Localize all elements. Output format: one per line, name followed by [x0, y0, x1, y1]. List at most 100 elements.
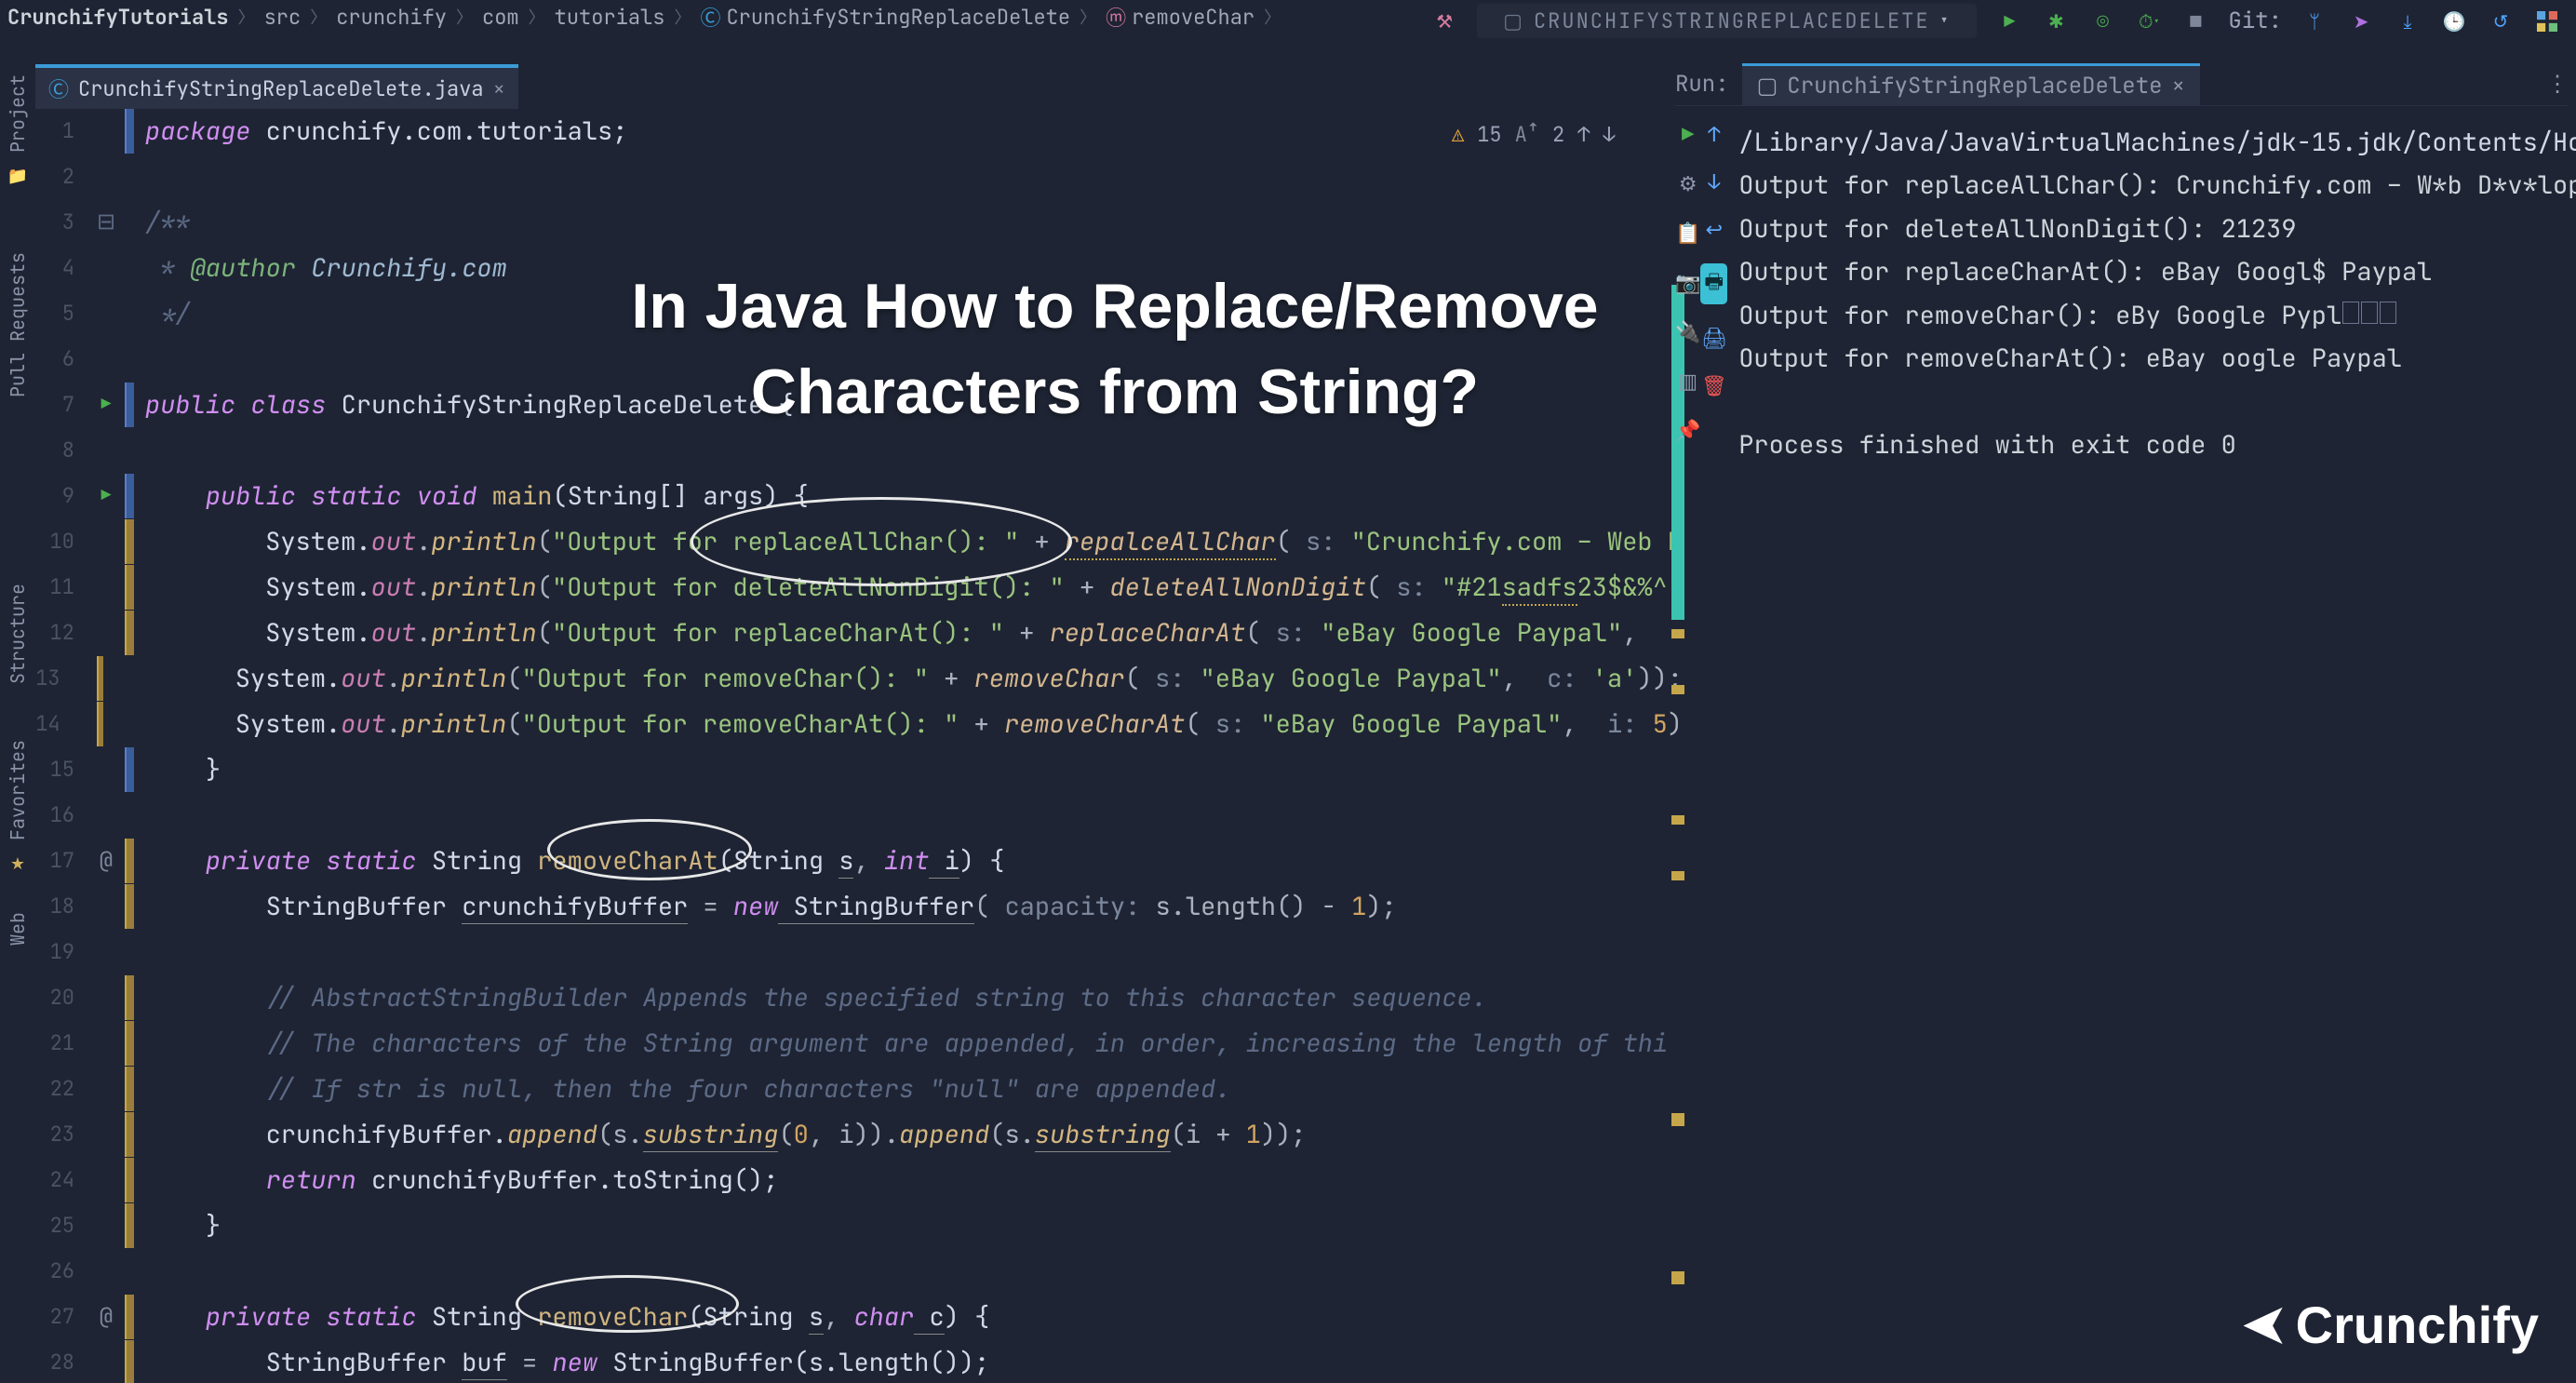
breadcrumb-item[interactable]: src [264, 4, 302, 31]
console-line: Output for removeChar(): eBy Google Pypl [1738, 299, 2341, 332]
breadcrumb-item[interactable]: com [482, 4, 519, 31]
line-number: 4 [35, 254, 87, 281]
line-number: 27 [35, 1303, 87, 1330]
close-icon[interactable]: × [493, 75, 505, 102]
delete-icon[interactable]: 🗑 [1701, 372, 1727, 399]
run-gutter-icon[interactable]: ▶ [101, 485, 112, 506]
run-tab[interactable]: ▢ CrunchifyStringReplaceDelete × [1742, 63, 2200, 106]
print-icon[interactable]: 🖶 [1700, 263, 1727, 304]
breadcrumb-item[interactable]: tutorials [555, 4, 665, 31]
chevron-icon: 〉 [456, 5, 473, 29]
run-console[interactable]: /Library/Java/JavaVirtualMachines/jdk-15… [1727, 108, 2576, 1383]
scroll-up-icon[interactable]: ↑ [1708, 121, 1720, 148]
editor-tabs: Ⓒ CrunchifyStringReplaceDelete.java × [35, 65, 518, 108]
close-icon[interactable]: × [2172, 72, 2185, 101]
run-label: Run: [1675, 70, 1729, 99]
run-panel: ▶ ⚙ 📋 📷 🔌 ▥ 📌 ↑ ↓ ↩ 🖶 🖨 🗑 /Library/Java/… [1675, 108, 2569, 1383]
method-icon: ⓜ [1106, 2, 1126, 32]
git-pull-icon[interactable]: ⤓ [2394, 7, 2422, 35]
run-play-icon[interactable]: ▶ [1995, 7, 2023, 35]
line-number: 19 [35, 938, 87, 965]
line-number: 17 [35, 847, 87, 874]
ide-features-icon[interactable] [2533, 7, 2561, 35]
chevron-icon: 〉 [310, 5, 327, 29]
line-number: 1 [35, 117, 87, 144]
line-number: 2 [35, 163, 87, 190]
console-line: Output for removeCharAt(): eBay oogle Pa… [1738, 342, 2402, 375]
line-number: 3 [35, 208, 87, 235]
run-toolbar-left: ▶ ⚙ 📋 📷 🔌 ▥ 📌 [1675, 108, 1700, 1383]
crunchify-logo: ➤ Crunchify [2243, 1294, 2539, 1355]
run-filter-icon[interactable]: 📋 [1675, 220, 1700, 247]
line-number: 21 [35, 1029, 87, 1056]
java-class-icon: Ⓒ [48, 74, 69, 103]
run-layout-icon[interactable]: ▥ [1678, 368, 1697, 395]
coverage-icon[interactable]: ◎ [2088, 7, 2116, 35]
run-settings-icon[interactable]: ⚙ [1679, 170, 1697, 197]
profile-icon[interactable]: ⏱▾ [2135, 7, 2163, 35]
run-toolbar-right: ↑ ↓ ↩ 🖶 🖨 🗑 [1700, 108, 1727, 1383]
console-line: Output for replaceCharAt(): eBay Googl$ … [1738, 255, 2432, 289]
chevron-icon: 〉 [1264, 5, 1281, 29]
export-icon[interactable]: 🖨 [1701, 325, 1727, 352]
build-hammer-icon[interactable]: ⚒ [1430, 7, 1458, 35]
run-camera-icon[interactable]: 📷 [1675, 269, 1700, 296]
line-number: 10 [35, 528, 87, 555]
breadcrumb-root[interactable]: CrunchifyTutorials [7, 4, 229, 31]
breadcrumb-item[interactable]: crunchify [336, 4, 447, 31]
soft-wrap-icon[interactable]: ↩ [1706, 216, 1723, 243]
pin-icon[interactable]: 📌 [1675, 417, 1700, 444]
line-number: 6 [35, 345, 87, 372]
git-push-icon[interactable]: ➤ [2347, 7, 2375, 35]
web-toolwindow-label[interactable]: Web [6, 912, 30, 946]
line-number: 22 [35, 1075, 87, 1102]
project-toolwindow-label[interactable]: Project [6, 74, 30, 153]
line-number: 5 [35, 300, 87, 327]
line-number: 8 [35, 436, 87, 463]
rerun-icon[interactable]: ▶ [1682, 121, 1694, 148]
topbar-actions: ⚒ ▢ CRUNCHIFYSTRINGREPLACEDELETE ▾ ▶ ✱ ◎… [1430, 4, 2561, 38]
run-gutter-icon[interactable]: ▶ [101, 394, 112, 415]
editor-tab[interactable]: Ⓒ CrunchifyStringReplaceDelete.java × [35, 64, 518, 109]
line-number: 15 [35, 756, 87, 783]
code-editor[interactable]: 1package crunchify.com.tutorials; 2 3⊟/*… [35, 108, 1683, 1383]
breadcrumb-item[interactable]: CrunchifyStringReplaceDelete [726, 4, 1070, 31]
star-icon: ★ [10, 853, 25, 875]
line-number: 16 [35, 801, 87, 828]
git-revert-icon[interactable]: ↺ [2487, 7, 2515, 35]
project-icon[interactable]: 📁 [7, 166, 28, 187]
run-tab-label: CrunchifyStringReplaceDelete [1787, 72, 2162, 101]
line-number: 26 [35, 1257, 87, 1284]
pull-requests-toolwindow-label[interactable]: Pull Requests [6, 252, 30, 397]
stop-icon[interactable]: ■ [2181, 7, 2209, 35]
unknown-char-icon [2380, 302, 2396, 324]
run-config-dropdown[interactable]: ▢ CRUNCHIFYSTRINGREPLACEDELETE ▾ [1477, 4, 1977, 38]
run-panel-header: Run: ▢ CrunchifyStringReplaceDelete × ⋮ [1675, 63, 2569, 106]
debug-bug-icon[interactable]: ✱ [2042, 7, 2070, 35]
unknown-char-icon [2361, 302, 2378, 324]
line-number: 13 [35, 665, 74, 692]
line-number: 12 [35, 619, 87, 646]
line-number: 25 [35, 1212, 87, 1239]
line-number: 11 [35, 573, 87, 600]
run-window-icon: ▢ [1757, 72, 1778, 101]
console-line: Output for replaceAllChar(): Crunchify.c… [1738, 168, 2576, 202]
console-line: Process finished with exit code 0 [1738, 428, 2236, 462]
line-number: 7 [35, 391, 87, 418]
line-number: 28 [35, 1349, 87, 1376]
run-attach-icon[interactable]: 🔌 [1675, 318, 1700, 345]
chevron-icon: 〉 [1080, 5, 1096, 29]
console-line: Output for deleteAllNonDigit(): 21239 [1738, 212, 2296, 246]
chevron-down-icon: ▾ [1939, 10, 1952, 32]
breadcrumb-item[interactable]: removeChar [1132, 4, 1254, 31]
favorites-toolwindow-label[interactable]: Favorites [6, 740, 30, 840]
console-line: /Library/Java/JavaVirtualMachines/jdk-15… [1738, 126, 2576, 159]
git-branch-icon[interactable]: ᛘ [2301, 7, 2328, 35]
scroll-down-icon[interactable]: ↓ [1708, 168, 1720, 195]
run-panel-menu-icon[interactable]: ⋮ [2546, 70, 2569, 99]
line-number: 20 [35, 984, 87, 1011]
structure-toolwindow-label[interactable]: Structure [6, 584, 30, 684]
chevron-icon: 〉 [674, 5, 691, 29]
git-history-icon[interactable]: 🕒 [2440, 7, 2468, 35]
unknown-char-icon [2342, 302, 2359, 324]
